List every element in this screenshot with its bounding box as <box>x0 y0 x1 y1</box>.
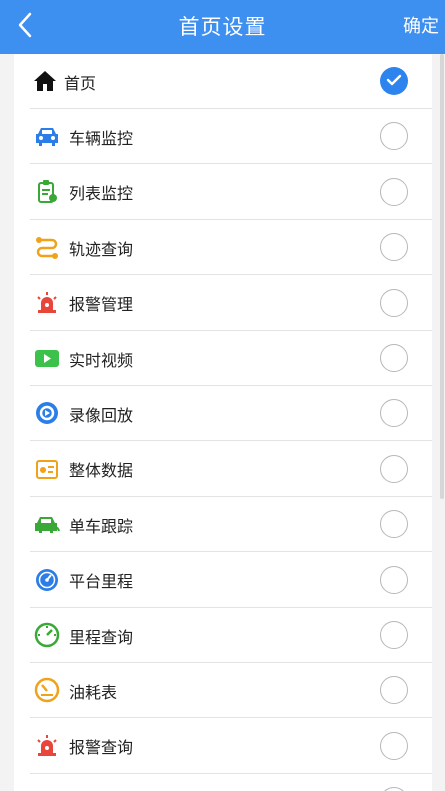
list-item[interactable]: 里程查询 <box>14 608 432 663</box>
checkbox[interactable] <box>380 731 408 760</box>
list-item[interactable]: 录像回放 <box>14 386 432 442</box>
checkbox[interactable] <box>380 510 408 539</box>
confirm-button[interactable]: 确定 <box>403 0 439 54</box>
checkbox[interactable] <box>380 233 408 262</box>
list-item[interactable]: 轨迹查询 <box>14 220 432 276</box>
checkbox-checked[interactable] <box>380 67 408 95</box>
list-item[interactable]: 报警查询 <box>14 719 432 774</box>
checkbox[interactable] <box>380 565 408 594</box>
mileage-gauge-icon <box>32 620 62 650</box>
list-monitor-icon <box>32 177 62 207</box>
checkbox[interactable] <box>380 399 408 428</box>
car-tracking-icon <box>32 509 62 539</box>
list-item[interactable]: 首页 <box>14 54 432 109</box>
list-item-label: 首页 <box>64 73 97 93</box>
car-monitor-icon <box>32 121 62 151</box>
checkbox[interactable] <box>380 122 408 151</box>
fuel-gauge-icon <box>32 675 62 705</box>
list-item-label: 报警查询 <box>69 738 134 758</box>
list-item-label: 整体数据 <box>69 461 134 481</box>
list-item-label: 报警管理 <box>69 295 134 315</box>
list-item[interactable]: 整体数据 <box>14 442 432 497</box>
list-item[interactable] <box>14 774 432 791</box>
home-icon <box>30 66 60 96</box>
header-bar: 首页设置 确定 <box>0 0 445 54</box>
list-item-label: 车辆监控 <box>69 128 134 148</box>
page-title: 首页设置 <box>178 15 267 39</box>
list-item[interactable]: 平台里程 <box>14 553 432 608</box>
video-icon <box>32 343 62 373</box>
scrollbar[interactable] <box>440 54 444 499</box>
list-item-label: 平台里程 <box>69 572 134 592</box>
checkbox[interactable] <box>380 676 408 705</box>
list-item-label: 油耗表 <box>69 682 118 702</box>
list-item-label: 实时视频 <box>69 350 134 370</box>
checkmark-icon <box>386 72 402 91</box>
playback-icon <box>32 398 62 428</box>
list-item-label: 列表监控 <box>69 184 134 204</box>
track-icon <box>32 232 62 262</box>
list-item[interactable]: 车辆监控 <box>14 109 432 165</box>
checkbox[interactable] <box>380 454 408 483</box>
checkbox[interactable] <box>380 621 408 649</box>
checkbox[interactable] <box>380 787 408 791</box>
list-item[interactable]: 报警管理 <box>14 276 432 331</box>
alarm-query-icon <box>32 731 62 761</box>
partial-icon <box>32 786 62 791</box>
list-item[interactable]: 油耗表 <box>14 663 432 719</box>
list-item-label: 轨迹查询 <box>69 239 134 259</box>
checkbox[interactable] <box>380 288 408 317</box>
list-item[interactable]: 实时视频 <box>14 331 432 386</box>
checkbox[interactable] <box>380 344 408 372</box>
checkbox[interactable] <box>380 177 408 206</box>
list-item[interactable]: 列表监控 <box>14 165 432 220</box>
list-item-label: 录像回放 <box>69 405 134 425</box>
speedometer-icon <box>32 565 62 595</box>
list-item-label: 里程查询 <box>69 627 134 647</box>
list-item[interactable]: 单车跟踪 <box>14 497 432 553</box>
alarm-icon <box>32 288 62 318</box>
data-card-icon <box>32 454 62 484</box>
module-list: 首页车辆监控列表监控轨迹查询报警管理实时视频录像回放整体数据单车跟踪平台里程里程… <box>14 54 432 791</box>
list-item-label: 单车跟踪 <box>69 516 134 536</box>
